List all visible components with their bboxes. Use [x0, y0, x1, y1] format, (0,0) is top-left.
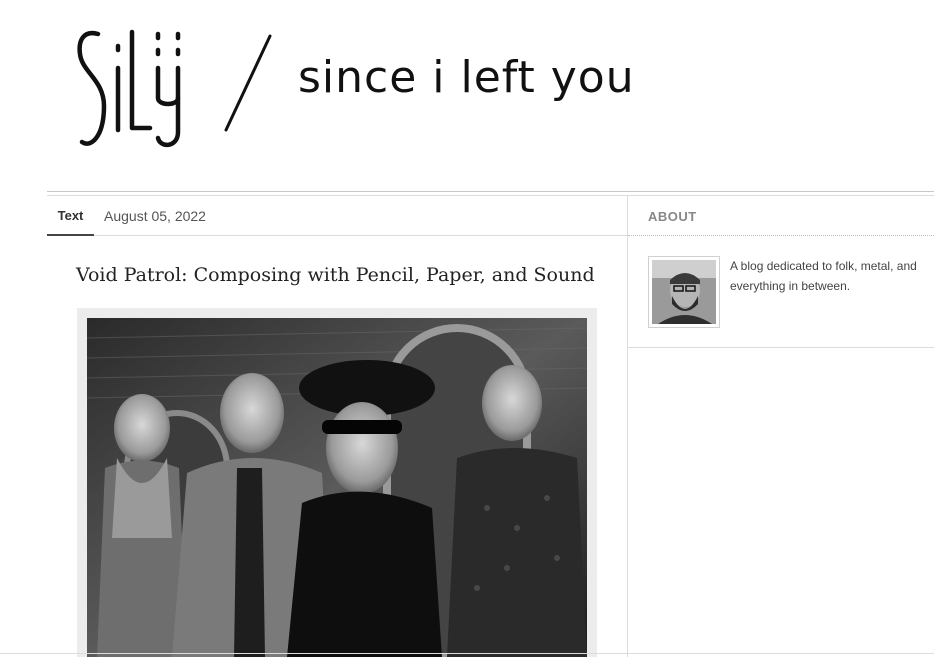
about-dotted-divider [628, 235, 934, 236]
about-heading: ABOUT [648, 209, 697, 224]
site-logo-mark[interactable] [74, 20, 192, 154]
site-tagline[interactable]: since i left you [298, 56, 635, 100]
page: since i left you Text August 05, 2022 Vo… [0, 0, 934, 657]
header-divider [47, 191, 934, 192]
author-avatar-frame[interactable] [648, 256, 720, 328]
masthead: since i left you [0, 0, 934, 192]
sidebar: ABOUT A blog dedicated to folk, metal, a… [628, 196, 934, 657]
post-meta-bar: Text August 05, 2022 [47, 196, 627, 236]
post-type-tab[interactable]: Text [47, 196, 94, 236]
band-photo[interactable] [87, 318, 587, 657]
avatar [652, 260, 716, 324]
post-title[interactable]: Void Patrol: Composing with Pencil, Pape… [76, 264, 595, 286]
post-photo-frame [77, 308, 597, 657]
logo-slash-divider [218, 30, 278, 136]
post-date-link[interactable]: August 05, 2022 [104, 208, 206, 224]
main-column: Text August 05, 2022 Void Patrol: Compos… [47, 196, 627, 657]
sily-logo-icon [77, 29, 181, 147]
page-bottom-divider [0, 653, 934, 654]
about-bottom-divider [628, 347, 934, 348]
about-description: A blog dedicated to folk, metal, and eve… [730, 259, 917, 293]
